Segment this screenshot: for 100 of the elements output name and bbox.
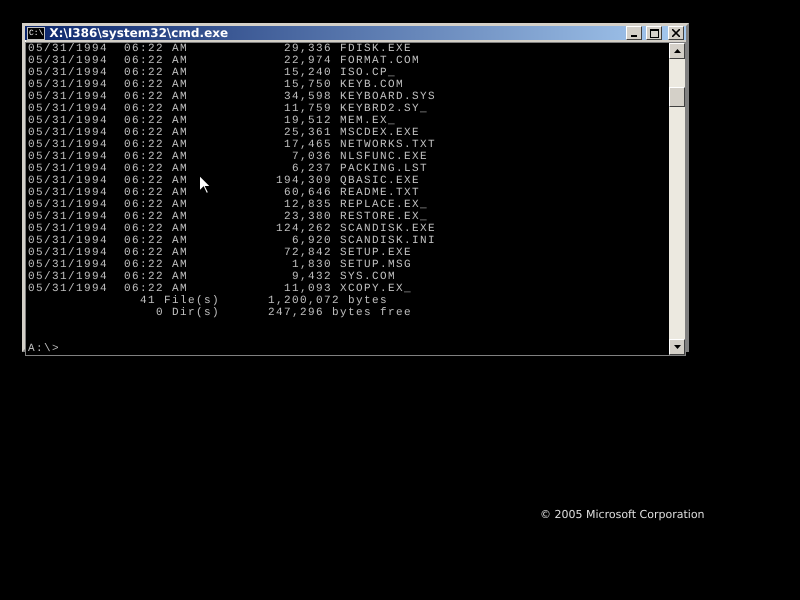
console-icon: C:\ — [27, 26, 46, 40]
maximize-icon — [650, 28, 658, 38]
file-name: REPLACE.EX_ — [340, 199, 428, 211]
file-time: 06:22 AM — [124, 139, 188, 151]
scroll-thumb[interactable] — [669, 87, 685, 107]
vertical-scrollbar[interactable] — [669, 43, 685, 355]
file-size: 15,750 — [284, 79, 332, 91]
file-date: 05/31/1994 — [28, 187, 108, 199]
scroll-down-icon[interactable] — [669, 339, 685, 355]
file-time: 06:22 AM — [124, 175, 188, 187]
file-date: 05/31/1994 — [28, 127, 108, 139]
file-size: 29,336 — [284, 43, 332, 55]
file-time: 06:22 AM — [124, 283, 188, 295]
file-name: SETUP.MSG — [340, 259, 412, 271]
file-date: 05/31/1994 — [28, 43, 108, 55]
file-time: 06:22 AM — [124, 211, 188, 223]
file-date: 05/31/1994 — [28, 163, 108, 175]
file-size: 124,262 — [276, 223, 332, 235]
file-size: 1,830 — [292, 259, 332, 271]
file-time: 06:22 AM — [124, 127, 188, 139]
summary-count: 0 Dir(s) — [156, 307, 220, 319]
file-date: 05/31/1994 — [28, 103, 108, 115]
command-prompt: A:\> — [28, 343, 60, 355]
file-date: 05/31/1994 — [28, 223, 108, 235]
file-name: MEM.EX_ — [340, 115, 396, 127]
file-time: 06:22 AM — [124, 91, 188, 103]
file-time: 06:22 AM — [124, 271, 188, 283]
file-time: 06:22 AM — [124, 187, 188, 199]
file-size: 22,974 — [284, 55, 332, 67]
file-size: 12,835 — [284, 199, 332, 211]
file-name: KEYBRD2.SY_ — [340, 103, 428, 115]
file-date: 05/31/1994 — [28, 211, 108, 223]
file-size: 15,240 — [284, 67, 332, 79]
file-date: 05/31/1994 — [28, 67, 108, 79]
window-title: X:\I386\system32\cmd.exe — [49, 26, 228, 40]
file-date: 05/31/1994 — [28, 283, 108, 295]
file-time: 06:22 AM — [124, 55, 188, 67]
file-size: 9,432 — [292, 271, 332, 283]
file-name: README.TXT — [340, 187, 420, 199]
file-time: 06:22 AM — [124, 43, 188, 55]
close-button[interactable] — [668, 26, 684, 40]
file-name: SYS.COM — [340, 271, 396, 283]
file-date: 05/31/1994 — [28, 271, 108, 283]
file-size: 11,093 — [284, 283, 332, 295]
mouse-pointer-icon — [199, 175, 211, 194]
file-name: QBASIC.EXE — [340, 175, 420, 187]
file-time: 06:22 AM — [124, 247, 188, 259]
file-time: 06:22 AM — [124, 223, 188, 235]
file-size: 11,759 — [284, 103, 332, 115]
file-name: FORMAT.COM — [340, 55, 420, 67]
summary-count: 41 File(s) — [140, 295, 220, 307]
file-size: 34,598 — [284, 91, 332, 103]
close-icon — [672, 29, 680, 37]
file-name: MSCDEX.EXE — [340, 127, 420, 139]
file-name: SCANDISK.INI — [340, 235, 436, 247]
file-size: 60,646 — [284, 187, 332, 199]
scroll-up-icon[interactable] — [669, 43, 685, 59]
file-size: 72,842 — [284, 247, 332, 259]
file-name: FDISK.EXE — [340, 43, 412, 55]
file-date: 05/31/1994 — [28, 139, 108, 151]
file-size: 6,920 — [292, 235, 332, 247]
file-date: 05/31/1994 — [28, 199, 108, 211]
file-date: 05/31/1994 — [28, 115, 108, 127]
file-size: 25,361 — [284, 127, 332, 139]
file-size: 6,237 — [292, 163, 332, 175]
file-size: 7,036 — [292, 151, 332, 163]
summary-bytes: 247,296 bytes free — [268, 307, 412, 319]
file-size: 19,512 — [284, 115, 332, 127]
file-name: SCANDISK.EXE — [340, 223, 436, 235]
file-size: 23,380 — [284, 211, 332, 223]
file-date: 05/31/1994 — [28, 247, 108, 259]
file-size: 17,465 — [284, 139, 332, 151]
file-name: RESTORE.EX_ — [340, 211, 428, 223]
file-name: NLSFUNC.EXE — [340, 151, 428, 163]
file-date: 05/31/1994 — [28, 55, 108, 67]
file-time: 06:22 AM — [124, 199, 188, 211]
copyright-text: © 2005 Microsoft Corporation — [540, 508, 705, 521]
file-time: 06:22 AM — [124, 103, 188, 115]
file-time: 06:22 AM — [124, 67, 188, 79]
summary-bytes: 1,200,072 bytes — [268, 295, 388, 307]
file-name: KEYB.COM — [340, 79, 404, 91]
file-date: 05/31/1994 — [28, 79, 108, 91]
file-date: 05/31/1994 — [28, 259, 108, 271]
maximize-button[interactable] — [646, 26, 662, 40]
file-name: ISO.CP_ — [340, 67, 396, 79]
file-time: 06:22 AM — [124, 235, 188, 247]
file-date: 05/31/1994 — [28, 151, 108, 163]
file-time: 06:22 AM — [124, 151, 188, 163]
file-name: NETWORKS.TXT — [340, 139, 436, 151]
file-date: 05/31/1994 — [28, 235, 108, 247]
file-name: KEYBOARD.SYS — [340, 91, 436, 103]
file-date: 05/31/1994 — [28, 175, 108, 187]
file-date: 05/31/1994 — [28, 91, 108, 103]
file-name: XCOPY.EX_ — [340, 283, 412, 295]
file-time: 06:22 AM — [124, 115, 188, 127]
minimize-button[interactable] — [626, 26, 642, 40]
file-time: 06:22 AM — [124, 163, 188, 175]
file-size: 194,309 — [276, 175, 332, 187]
file-name: PACKING.LST — [340, 163, 428, 175]
file-name: SETUP.EXE — [340, 247, 412, 259]
